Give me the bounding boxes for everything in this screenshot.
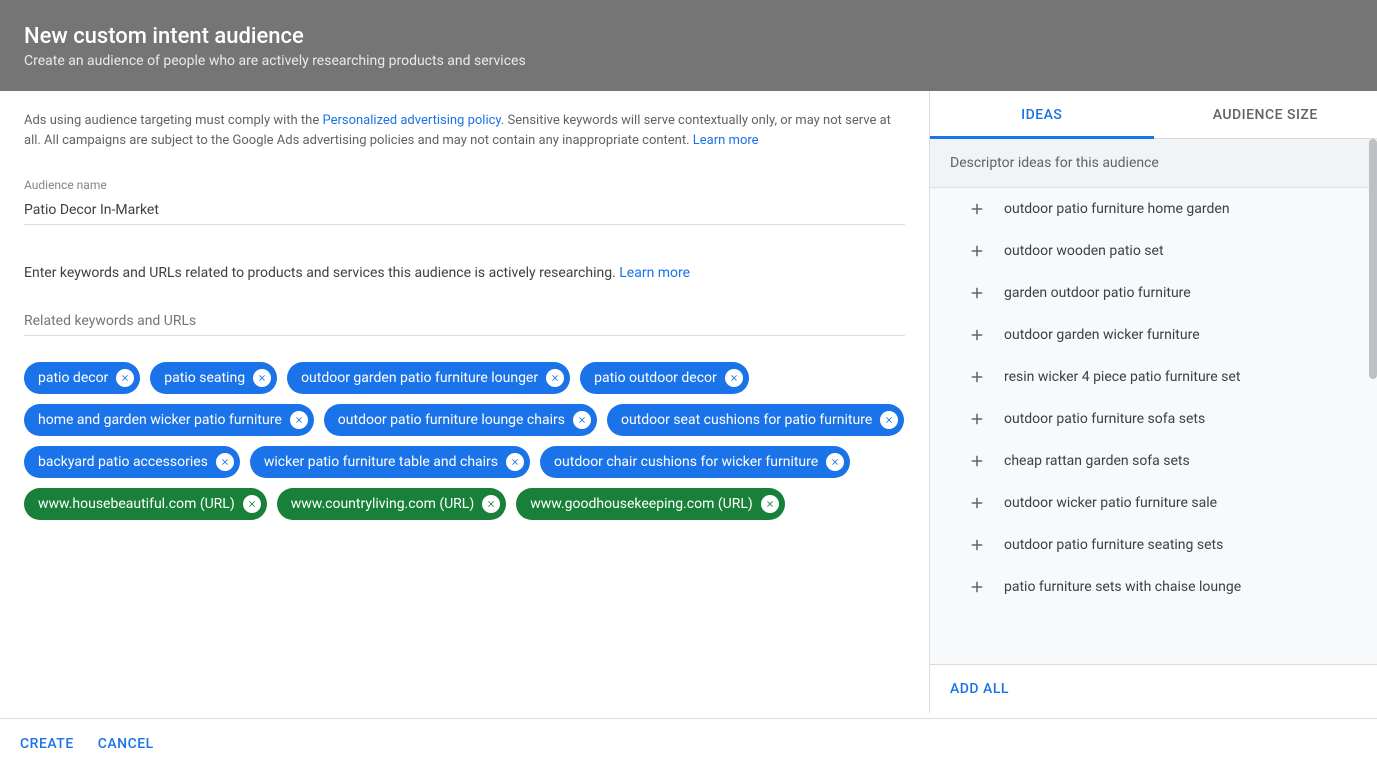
plus-icon[interactable] bbox=[968, 284, 986, 302]
idea-row[interactable]: garden outdoor patio furniture bbox=[930, 272, 1377, 314]
idea-row[interactable]: outdoor wooden patio set bbox=[930, 230, 1377, 272]
idea-label: cheap rattan garden sofa sets bbox=[1004, 453, 1190, 469]
dialog-header: New custom intent audience Create an aud… bbox=[0, 0, 1377, 91]
tab-audience-size[interactable]: AUDIENCE SIZE bbox=[1154, 91, 1377, 138]
keyword-chip[interactable]: patio outdoor decor bbox=[580, 362, 749, 394]
close-icon[interactable] bbox=[290, 411, 308, 429]
chips-container: patio decor patio seating outdoor garden p… bbox=[24, 362, 905, 520]
close-icon[interactable] bbox=[546, 369, 564, 387]
keyword-chip[interactable]: patio seating bbox=[150, 362, 277, 394]
chip-label: patio seating bbox=[164, 370, 245, 386]
idea-row[interactable]: outdoor patio furniture sofa sets bbox=[930, 398, 1377, 440]
main-panel: Ads using audience targeting must comply… bbox=[0, 91, 929, 713]
idea-label: outdoor patio furniture seating sets bbox=[1004, 537, 1223, 553]
idea-label: resin wicker 4 piece patio furniture set bbox=[1004, 369, 1240, 385]
idea-label: outdoor patio furniture sofa sets bbox=[1004, 411, 1205, 427]
chip-label: wicker patio furniture table and chairs bbox=[264, 454, 498, 470]
idea-row[interactable]: outdoor wicker patio furniture sale bbox=[930, 482, 1377, 524]
plus-icon[interactable] bbox=[968, 200, 986, 218]
plus-icon[interactable] bbox=[968, 536, 986, 554]
close-icon[interactable] bbox=[826, 453, 844, 471]
chip-label: backyard patio accessories bbox=[38, 454, 208, 470]
plus-icon[interactable] bbox=[968, 452, 986, 470]
plus-icon[interactable] bbox=[968, 326, 986, 344]
close-icon[interactable] bbox=[482, 495, 500, 513]
keyword-chip[interactable]: wicker patio furniture table and chairs bbox=[250, 446, 530, 478]
add-all-button[interactable]: ADD ALL bbox=[950, 681, 1009, 697]
chip-label: outdoor garden patio furniture lounger bbox=[301, 370, 538, 386]
chip-label: outdoor patio furniture lounge chairs bbox=[338, 412, 565, 428]
idea-label: outdoor patio furniture home garden bbox=[1004, 201, 1230, 217]
chip-label: www.countryliving.com (URL) bbox=[291, 496, 475, 512]
chip-label: www.housebeautiful.com (URL) bbox=[38, 496, 235, 512]
plus-icon[interactable] bbox=[968, 494, 986, 512]
dialog-subtitle: Create an audience of people who are act… bbox=[24, 53, 1353, 69]
idea-row[interactable]: patio furniture sets with chaise lounge bbox=[930, 566, 1377, 608]
personalized-advertising-policy-link[interactable]: Personalized advertising policy bbox=[322, 113, 500, 128]
idea-label: outdoor wooden patio set bbox=[1004, 243, 1164, 259]
close-icon[interactable] bbox=[573, 411, 591, 429]
close-icon[interactable] bbox=[243, 495, 261, 513]
ideas-list[interactable]: outdoor patio furniture home garden outdo… bbox=[930, 188, 1377, 664]
close-icon[interactable] bbox=[761, 495, 779, 513]
close-icon[interactable] bbox=[725, 369, 743, 387]
idea-row[interactable]: outdoor garden wicker furniture bbox=[930, 314, 1377, 356]
close-icon[interactable] bbox=[506, 453, 524, 471]
cancel-button[interactable]: CANCEL bbox=[98, 736, 154, 752]
url-chip[interactable]: www.housebeautiful.com (URL) bbox=[24, 488, 267, 520]
keywords-instructions-text: Enter keywords and URLs related to produ… bbox=[24, 265, 619, 281]
create-button[interactable]: CREATE bbox=[20, 736, 74, 752]
idea-row[interactable]: outdoor patio furniture seating sets bbox=[930, 524, 1377, 566]
chip-label: outdoor chair cushions for wicker furnit… bbox=[554, 454, 818, 470]
dialog-title: New custom intent audience bbox=[24, 24, 1353, 49]
policy-text-1: Ads using audience targeting must comply… bbox=[24, 113, 322, 128]
idea-row[interactable]: resin wicker 4 piece patio furniture set bbox=[930, 356, 1377, 398]
plus-icon[interactable] bbox=[968, 242, 986, 260]
close-icon[interactable] bbox=[880, 411, 898, 429]
idea-row[interactable]: outdoor patio furniture home garden bbox=[930, 188, 1377, 230]
idea-row[interactable]: cheap rattan garden sofa sets bbox=[930, 440, 1377, 482]
dialog-footer: CREATE CANCEL bbox=[0, 718, 1377, 768]
ideas-header: Descriptor ideas for this audience bbox=[930, 139, 1377, 188]
url-chip[interactable]: www.countryliving.com (URL) bbox=[277, 488, 507, 520]
policy-learn-more-link[interactable]: Learn more bbox=[693, 133, 759, 148]
plus-icon[interactable] bbox=[968, 578, 986, 596]
scrollbar[interactable] bbox=[1369, 139, 1377, 379]
sidebar-tabs: IDEAS AUDIENCE SIZE bbox=[930, 91, 1377, 139]
idea-label: patio furniture sets with chaise lounge bbox=[1004, 579, 1241, 595]
url-chip[interactable]: www.goodhousekeeping.com (URL) bbox=[516, 488, 785, 520]
chip-label: outdoor seat cushions for patio furnitur… bbox=[621, 412, 872, 428]
close-icon[interactable] bbox=[253, 369, 271, 387]
audience-name-input[interactable] bbox=[24, 198, 905, 225]
keywords-learn-more-link[interactable]: Learn more bbox=[619, 265, 690, 281]
tab-ideas[interactable]: IDEAS bbox=[930, 91, 1154, 138]
plus-icon[interactable] bbox=[968, 368, 986, 386]
idea-label: outdoor wicker patio furniture sale bbox=[1004, 495, 1217, 511]
keywords-instructions: Enter keywords and URLs related to produ… bbox=[24, 265, 905, 281]
keyword-chip[interactable]: outdoor seat cushions for patio furnitur… bbox=[607, 404, 904, 436]
close-icon[interactable] bbox=[216, 453, 234, 471]
keyword-chip[interactable]: outdoor garden patio furniture lounger bbox=[287, 362, 570, 394]
related-keywords-input[interactable] bbox=[24, 309, 905, 336]
policy-notice: Ads using audience targeting must comply… bbox=[24, 111, 905, 150]
keyword-chip[interactable]: home and garden wicker patio furniture bbox=[24, 404, 314, 436]
sidebar-panel: IDEAS AUDIENCE SIZE Descriptor ideas for… bbox=[929, 91, 1377, 713]
audience-name-label: Audience name bbox=[24, 178, 905, 192]
chip-label: www.goodhousekeeping.com (URL) bbox=[530, 496, 753, 512]
plus-icon[interactable] bbox=[968, 410, 986, 428]
add-all-bar: ADD ALL bbox=[930, 664, 1377, 713]
idea-label: garden outdoor patio furniture bbox=[1004, 285, 1191, 301]
keyword-chip[interactable]: patio decor bbox=[24, 362, 140, 394]
chip-label: patio decor bbox=[38, 370, 108, 386]
keyword-chip[interactable]: outdoor chair cushions for wicker furnit… bbox=[540, 446, 850, 478]
keyword-chip[interactable]: outdoor patio furniture lounge chairs bbox=[324, 404, 597, 436]
keyword-chip[interactable]: backyard patio accessories bbox=[24, 446, 240, 478]
chip-label: patio outdoor decor bbox=[594, 370, 717, 386]
chip-label: home and garden wicker patio furniture bbox=[38, 412, 282, 428]
idea-label: outdoor garden wicker furniture bbox=[1004, 327, 1200, 343]
close-icon[interactable] bbox=[116, 369, 134, 387]
